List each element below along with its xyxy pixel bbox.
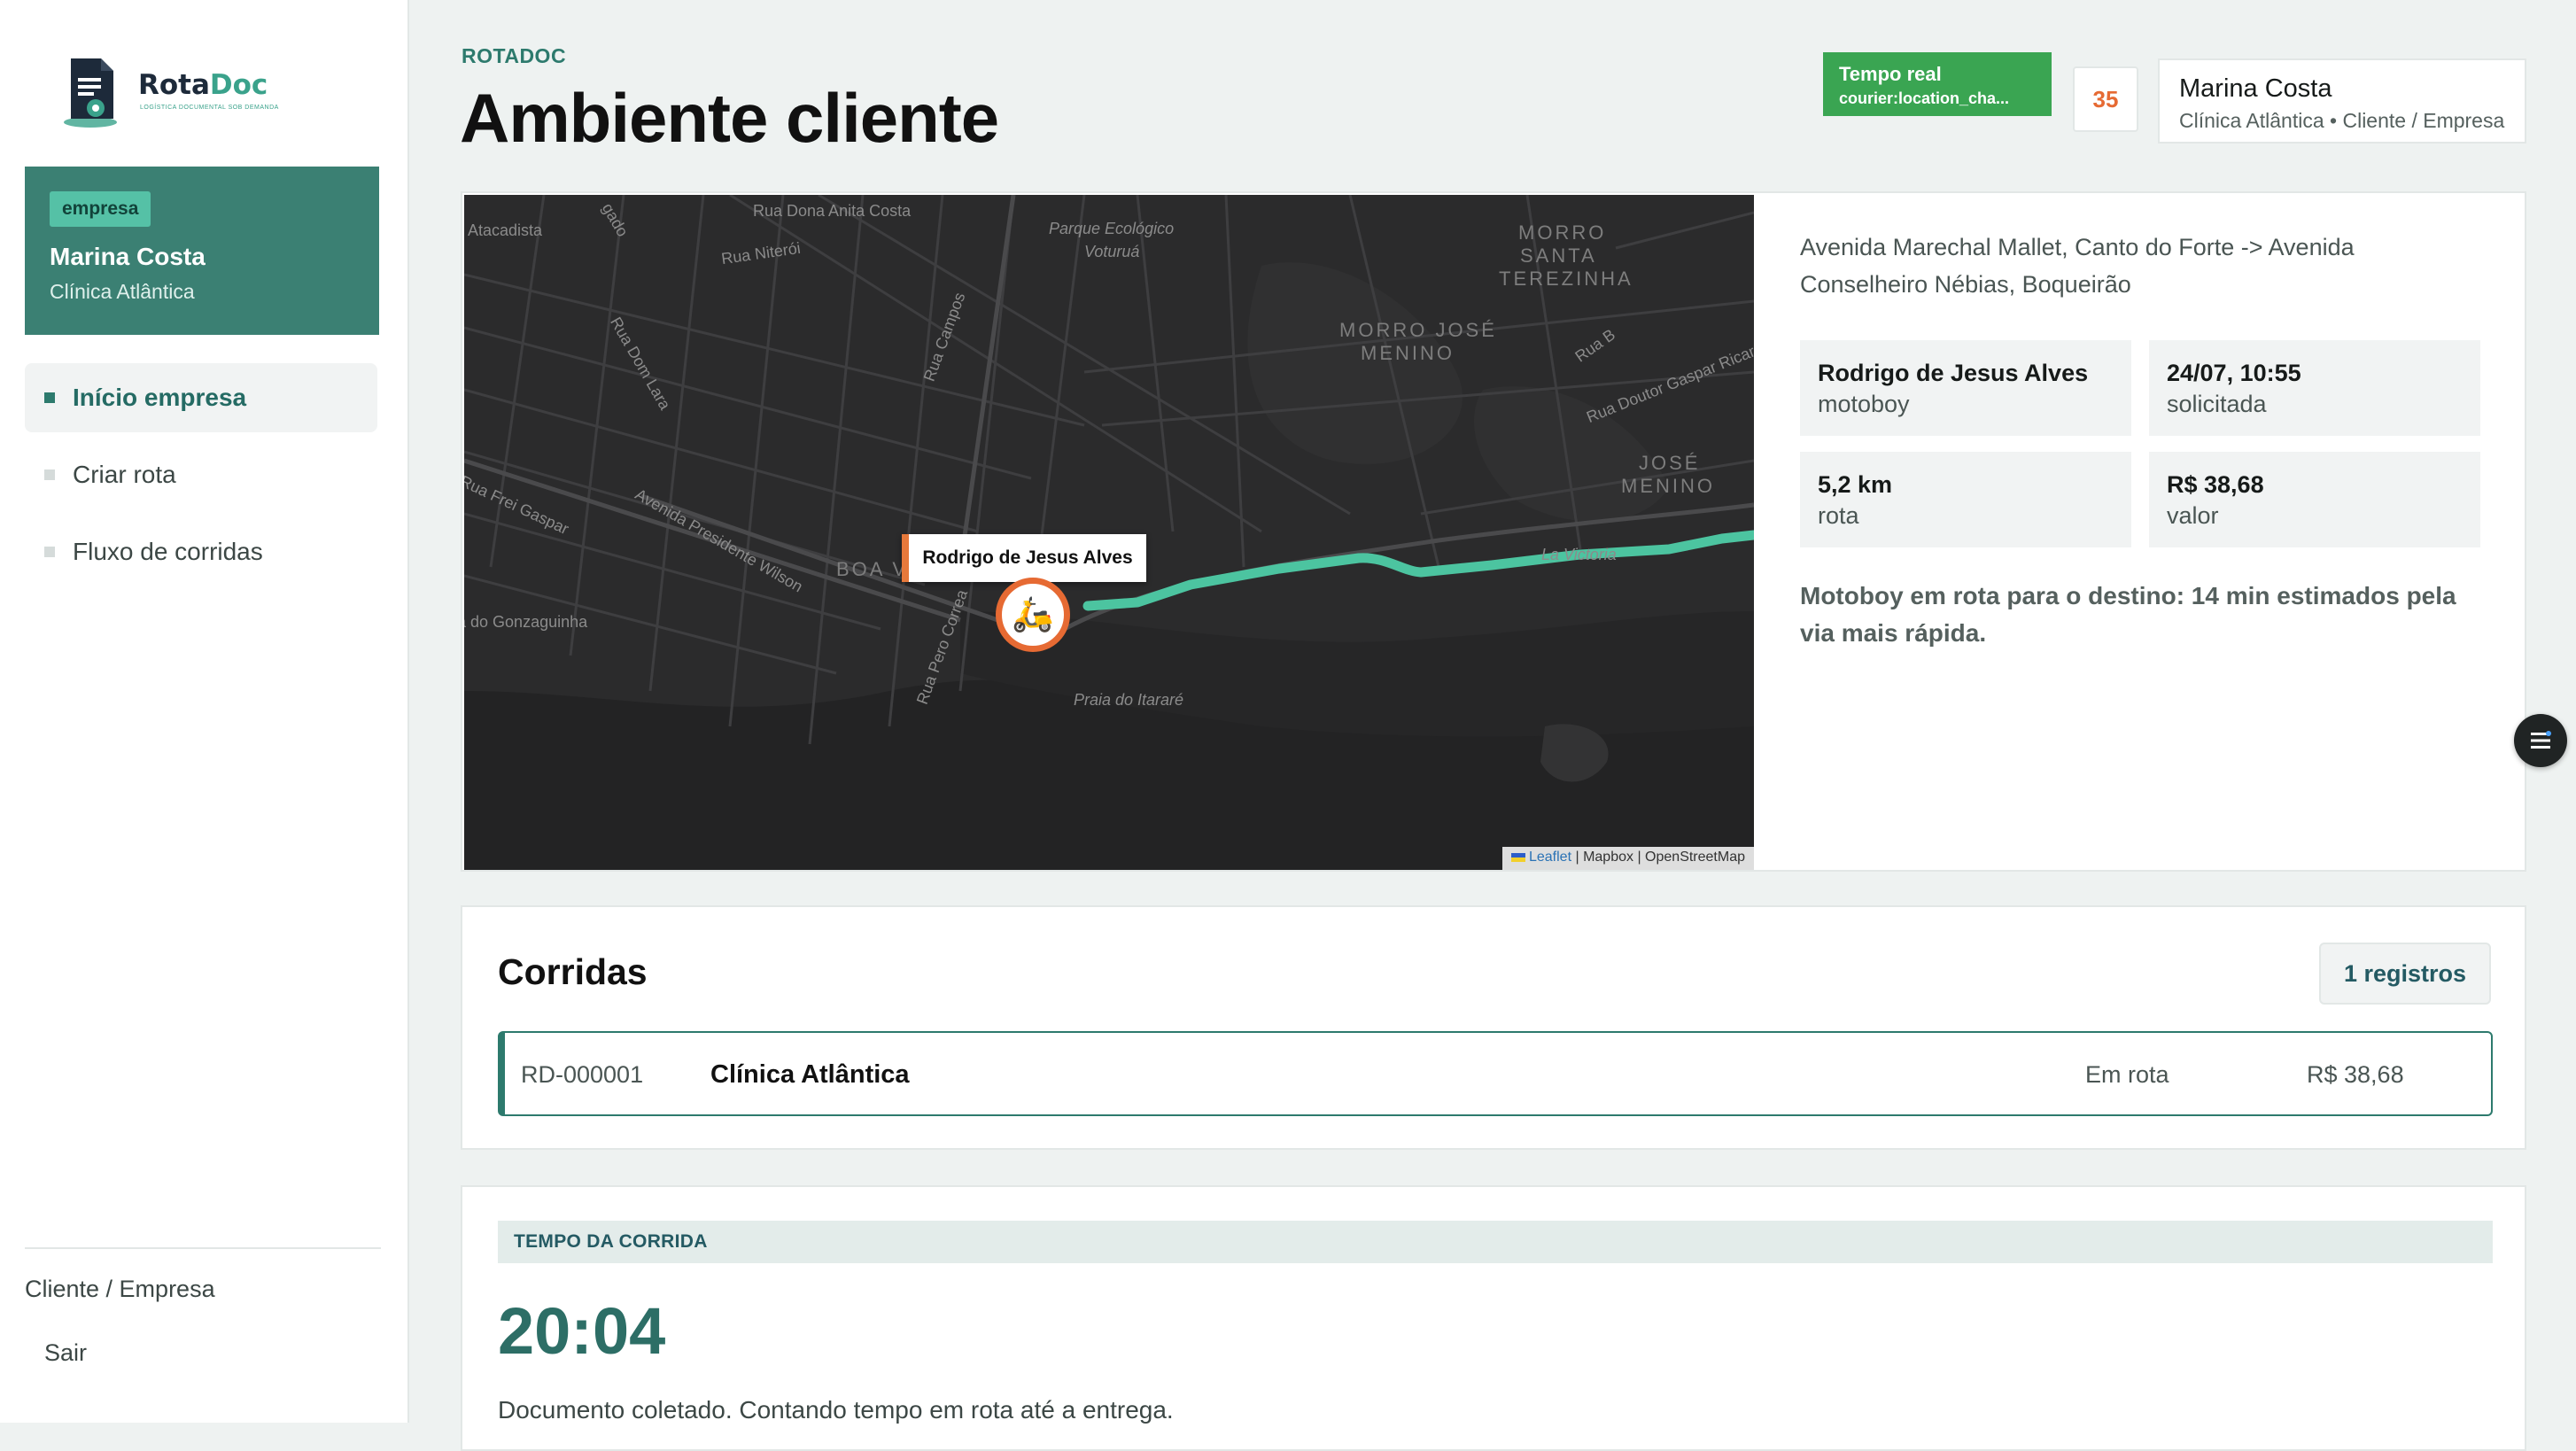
map-label: Parque Ecológico (1049, 220, 1175, 237)
brand-name-part1: Rota (138, 69, 210, 101)
sidebar-divider (25, 1247, 381, 1249)
attribution-sources: | Mapbox | OpenStreetMap (1571, 850, 1745, 865)
rides-panel: Corridas 1 registros RD-000001 Clínica A… (461, 905, 2526, 1150)
user-name: Marina Costa (2179, 74, 2332, 103)
map-label: Voturuá (1084, 243, 1140, 260)
floating-menu-button[interactable] (2514, 714, 2567, 767)
route-description: Avenida Marechal Mallet, Canto do Forte … (1800, 234, 2355, 298)
nav-bullet-icon (44, 547, 55, 557)
stat-requested: 24/07, 10:55 solicitada (2149, 340, 2480, 436)
sidebar-nav: Início empresa Criar rota Fluxo de corri… (25, 363, 377, 594)
stat-label: rota (1818, 502, 1859, 529)
rides-count-badge[interactable]: 1 registros (2318, 943, 2491, 1005)
ride-value: R$ 38,68 (2307, 1061, 2404, 1088)
company-name: Clínica Atlântica (50, 280, 195, 303)
sidebar: RotaDoc LOGÍSTICA DOCUMENTAL SOB DEMANDA… (0, 0, 409, 1423)
stat-distance: 5,2 km rota (1800, 452, 2131, 547)
ride-id: RD-000001 (521, 1061, 644, 1088)
sidebar-item-criar-rota[interactable]: Criar rota (25, 440, 377, 509)
eta-message: Motoboy em rota para o destino: 14 min e… (1800, 582, 2456, 647)
courier-marker[interactable]: 🛵 (996, 578, 1070, 652)
stat-value: 5,2 km (1818, 471, 1893, 498)
sidebar-role-label: Cliente / Empresa (25, 1276, 215, 1302)
stat-value: 24/07, 10:55 (2167, 360, 2301, 386)
courier-popup[interactable]: Rodrigo de Jesus Alves (902, 534, 1146, 582)
sidebar-item-label: Criar rota (73, 461, 176, 488)
ride-status: Em rota (2085, 1061, 2169, 1088)
ride-timer-panel: TEMPO DA CORRIDA 20:04 Documento coletad… (461, 1185, 2526, 1451)
company-badge: empresa (50, 191, 151, 227)
ride-row[interactable]: RD-000001 Clínica Atlântica Em rota R$ 3… (498, 1031, 2493, 1116)
rotadoc-logo[interactable]: RotaDoc LOGÍSTICA DOCUMENTAL SOB DEMANDA (53, 53, 278, 133)
map-label: Atacadista (468, 221, 543, 239)
stat-courier: Rodrigo de Jesus Alves motoboy (1800, 340, 2131, 436)
map-attribution: Leaflet | Mapbox | OpenStreetMap (1501, 847, 1754, 870)
user-menu[interactable]: Marina Costa Clínica Atlântica • Cliente… (2158, 58, 2526, 144)
ride-client: Clínica Atlântica (710, 1060, 910, 1089)
menu-icon (2531, 731, 2551, 749)
map-label: La Victoria (1541, 546, 1617, 563)
brand-tagline: LOGÍSTICA DOCUMENTAL SOB DEMANDA (140, 105, 279, 111)
route-map[interactable]: Atacadista gado Rua Dona Anita Costa Rua… (464, 195, 1754, 870)
rides-title: Corridas (498, 951, 648, 992)
timer-header: TEMPO DA CORRIDA (498, 1221, 2493, 1263)
map-label: Praia do Itararé (1074, 691, 1184, 709)
sidebar-item-inicio-empresa[interactable]: Início empresa (25, 363, 377, 432)
sidebar-item-fluxo-de-corridas[interactable]: Fluxo de corridas (25, 517, 377, 586)
timer-value: 20:04 (498, 1294, 666, 1368)
scooter-icon: 🛵 (1012, 596, 1054, 633)
map-label: MORRO (1518, 221, 1607, 244)
nav-bullet-icon (44, 392, 55, 403)
stat-label: solicitada (2167, 391, 2267, 417)
route-details: Avenida Marechal Mallet, Canto do Forte … (1800, 229, 2482, 652)
flag-icon (1510, 852, 1525, 862)
logout-button[interactable]: Sair (44, 1339, 87, 1367)
stat-value: R$ 38,68 (2167, 471, 2264, 498)
sidebar-item-label: Fluxo de corridas (73, 538, 263, 565)
realtime-status-badge: Tempo real courier:location_cha... (1823, 52, 2052, 116)
stat-label: motoboy (1818, 391, 1910, 417)
company-user-name: Marina Costa (50, 243, 206, 270)
user-meta: Clínica Atlântica • Cliente / Empresa (2179, 109, 2505, 132)
notification-counter[interactable]: 35 (2073, 66, 2138, 132)
timer-note: Documento coletado. Contando tempo em ro… (498, 1396, 1174, 1424)
route-map-panel: Atacadista gado Rua Dona Anita Costa Rua… (461, 191, 2526, 872)
page-title: Ambiente cliente (460, 79, 999, 157)
sidebar-item-label: Início empresa (73, 384, 247, 411)
map-label: SANTA (1520, 244, 1597, 267)
map-canvas (464, 195, 1754, 870)
realtime-channel: courier:location_cha... (1839, 89, 2010, 107)
map-label: BOA V (836, 558, 909, 580)
stat-price: R$ 38,68 valor (2149, 452, 2480, 547)
stat-label: valor (2167, 502, 2219, 529)
map-label: MENINO (1621, 475, 1715, 497)
brand-name: RotaDoc (138, 69, 268, 101)
realtime-label: Tempo real (1839, 63, 1942, 85)
brand-name-part2: Doc (209, 69, 268, 101)
map-label: JOSÉ (1639, 452, 1701, 474)
nav-bullet-icon (44, 469, 55, 480)
stat-value: Rodrigo de Jesus Alves (1818, 360, 2089, 386)
company-card: empresa Marina Costa Clínica Atlântica (25, 167, 379, 335)
page-eyebrow: ROTADOC (462, 44, 567, 67)
map-label: Praia do Gonzaguinha (464, 613, 588, 631)
document-pin-logo-icon (64, 58, 117, 128)
map-label: MORRO JOSÉ (1339, 319, 1497, 341)
map-label: Rua Dona Anita Costa (753, 202, 912, 220)
map-label: MENINO (1361, 342, 1455, 364)
route-stats: Rodrigo de Jesus Alves motoboy 24/07, 10… (1800, 340, 2482, 547)
leaflet-link[interactable]: Leaflet (1529, 850, 1571, 865)
map-label: TEREZINHA (1499, 268, 1633, 290)
